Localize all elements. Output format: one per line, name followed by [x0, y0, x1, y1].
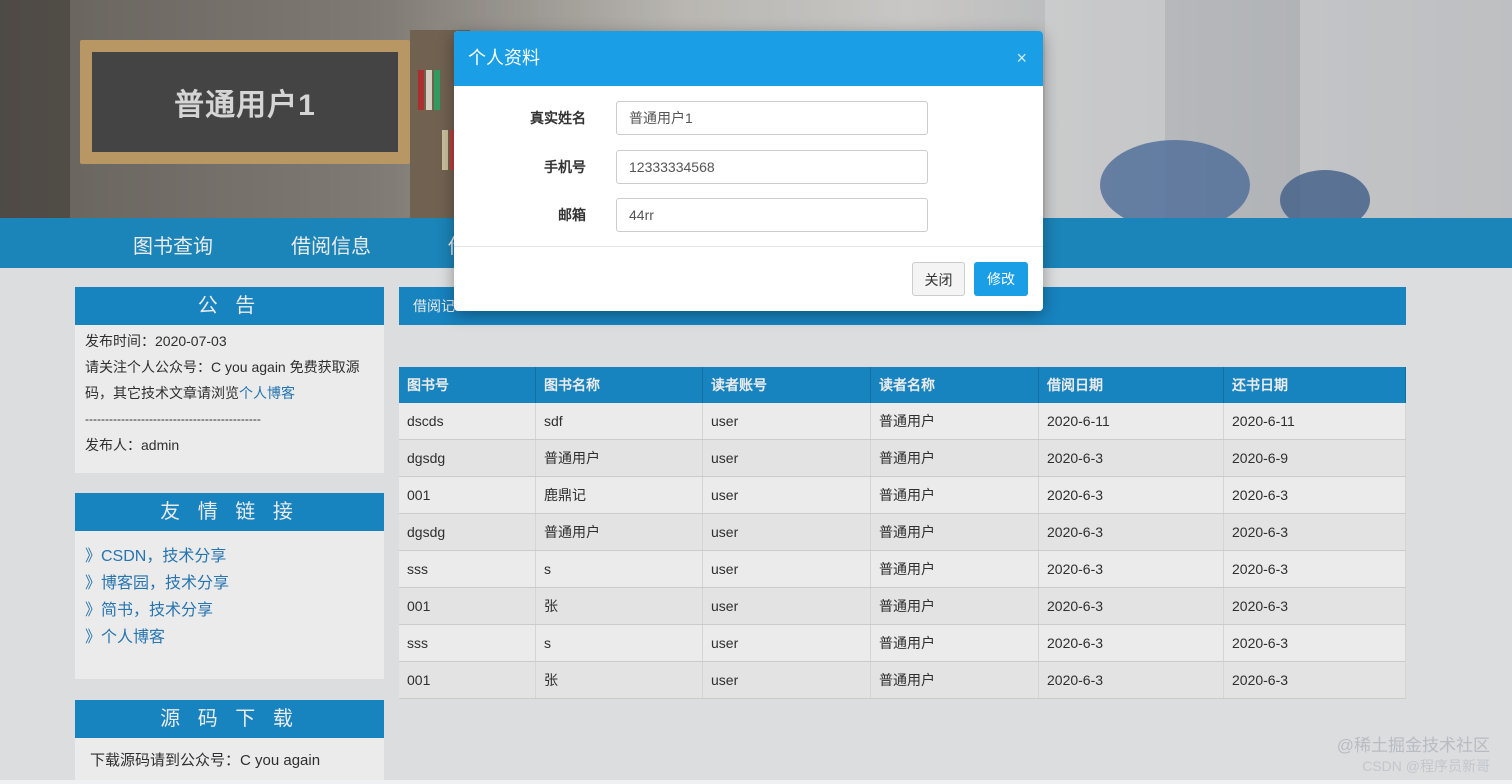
- modal-footer-divider: [454, 246, 1043, 247]
- realname-label: 真实姓名: [530, 110, 586, 126]
- modal-title: 个人资料: [468, 48, 540, 68]
- watermark-line1: @稀土掘金技术社区: [1336, 736, 1490, 755]
- form-row-email: 邮箱: [454, 198, 1043, 232]
- watermark-line2: CSDN @程序员新哥: [1362, 758, 1490, 774]
- close-icon[interactable]: ×: [1016, 31, 1027, 86]
- phone-label: 手机号: [544, 159, 586, 175]
- form-row-realname: 真实姓名: [454, 101, 1043, 135]
- form-row-phone: 手机号: [454, 150, 1043, 184]
- phone-input[interactable]: [616, 150, 928, 184]
- email-label: 邮箱: [558, 207, 586, 223]
- watermark: @稀土掘金技术社区 CSDN @程序员新哥: [1337, 735, 1490, 775]
- email-input[interactable]: [616, 198, 928, 232]
- close-button[interactable]: 关闭: [912, 262, 965, 296]
- realname-input[interactable]: [616, 101, 928, 135]
- save-button[interactable]: 修改: [974, 262, 1028, 296]
- profile-modal: 个人资料 × 真实姓名 手机号 邮箱 关闭 修改: [454, 31, 1043, 311]
- modal-header: 个人资料 ×: [454, 31, 1043, 86]
